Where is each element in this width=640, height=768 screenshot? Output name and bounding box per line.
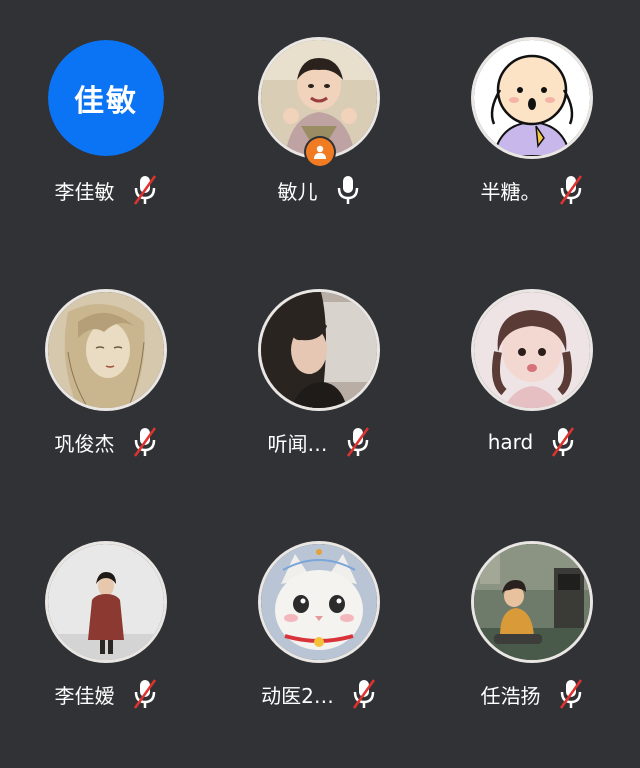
illustration-room-avatar xyxy=(474,544,590,660)
participant-name: hard xyxy=(487,430,534,454)
mic-muted-icon[interactable] xyxy=(549,425,577,459)
person-standing-avatar xyxy=(48,544,164,660)
participant-tile[interactable]: 半糖。 xyxy=(426,0,639,252)
mic-muted-icon[interactable] xyxy=(131,677,159,711)
mic-muted-icon[interactable] xyxy=(557,173,585,207)
participant-tile[interactable]: hard xyxy=(426,252,639,504)
participant-name: 李佳嫒 xyxy=(54,683,115,708)
person-icon xyxy=(314,145,326,159)
child-photo-avatar xyxy=(474,292,590,408)
participant-name: 任浩扬 xyxy=(480,683,541,708)
participant-tile[interactable]: 听闻… xyxy=(213,252,426,504)
participant-name: 动医2… xyxy=(261,683,334,708)
avatar[interactable] xyxy=(474,544,590,660)
avatar[interactable] xyxy=(48,292,164,408)
participant-name: 听闻… xyxy=(267,431,328,456)
participant-tile[interactable]: 巩俊杰 xyxy=(0,252,213,504)
cat-photo-avatar xyxy=(261,544,377,660)
avatar[interactable] xyxy=(474,40,590,156)
participant-tile[interactable]: 敏儿 xyxy=(213,0,426,252)
mic-muted-icon[interactable] xyxy=(344,425,372,459)
participant-name: 半糖。 xyxy=(480,179,541,204)
avatar[interactable]: 佳敏 xyxy=(48,40,164,156)
participant-tile[interactable]: 任浩扬 xyxy=(426,504,639,756)
participant-name: 敏儿 xyxy=(277,179,318,204)
anime-sketch-avatar xyxy=(48,292,164,408)
participant-tile[interactable]: 动医2… xyxy=(213,504,426,756)
participant-grid: 佳敏 李佳敏 敏儿 半糖。 巩俊杰 听闻… hard 李佳嫒 动医2… 任浩扬 xyxy=(0,0,640,768)
mic-muted-icon[interactable] xyxy=(131,173,159,207)
avatar-text: 佳敏 xyxy=(48,40,164,156)
cartoon-character-avatar xyxy=(474,40,590,156)
avatar[interactable] xyxy=(48,544,164,660)
host-badge xyxy=(306,138,334,166)
participant-name: 巩俊杰 xyxy=(54,431,115,456)
girl-photo-avatar xyxy=(261,292,377,408)
mic-muted-icon[interactable] xyxy=(131,425,159,459)
mic-muted-icon[interactable] xyxy=(350,677,378,711)
participant-tile[interactable]: 佳敏 李佳敏 xyxy=(0,0,213,252)
mic-muted-icon[interactable] xyxy=(557,677,585,711)
avatar[interactable] xyxy=(474,292,590,408)
mic-icon[interactable] xyxy=(334,173,362,207)
avatar[interactable] xyxy=(261,292,377,408)
participant-tile[interactable]: 李佳嫒 xyxy=(0,504,213,756)
avatar[interactable] xyxy=(261,544,377,660)
participant-name: 李佳敏 xyxy=(54,179,115,204)
